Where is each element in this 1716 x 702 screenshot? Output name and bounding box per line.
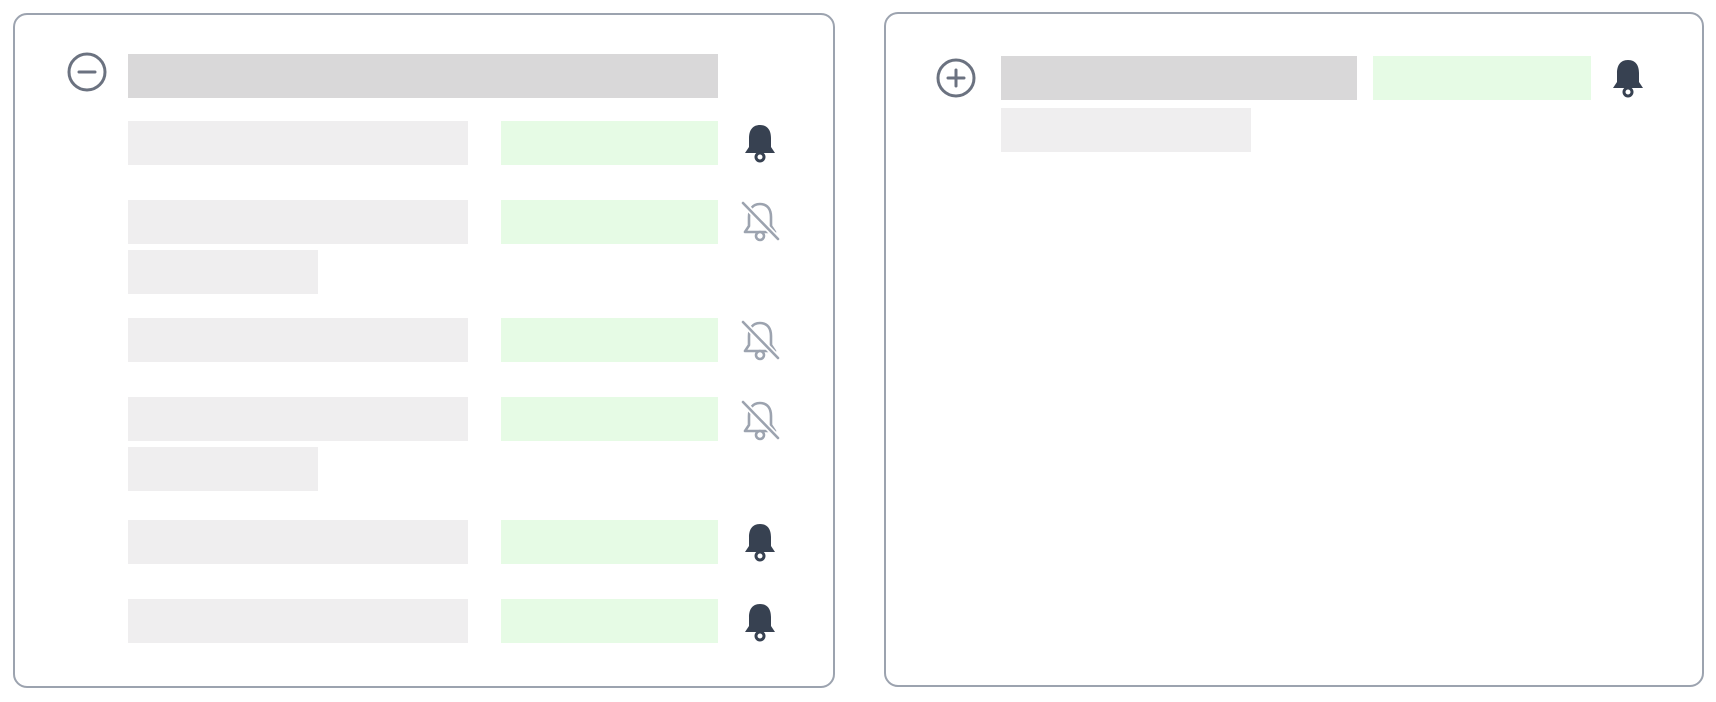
row-label-placeholder — [128, 397, 468, 441]
row-secondary-placeholder — [128, 447, 318, 491]
bell-icon[interactable] — [738, 519, 782, 563]
row-label-placeholder — [128, 121, 468, 165]
group-panel-collapsed — [884, 12, 1704, 687]
row-label-placeholder — [128, 520, 468, 564]
row-status-placeholder — [501, 397, 718, 441]
bell-icon[interactable] — [738, 599, 782, 643]
row-status-placeholder — [501, 318, 718, 362]
row-status-placeholder — [501, 121, 718, 165]
group-title-placeholder — [1001, 56, 1357, 100]
row-status-placeholder — [501, 520, 718, 564]
row-secondary-placeholder — [128, 250, 318, 294]
row-status-placeholder — [501, 200, 718, 244]
row-label-placeholder — [128, 599, 468, 643]
group-panel-expanded — [13, 13, 835, 688]
row-status-placeholder — [501, 599, 718, 643]
group-secondary-placeholder — [1001, 108, 1251, 152]
collapse-toggle-minus-icon[interactable] — [66, 51, 108, 93]
group-title-placeholder — [128, 54, 718, 98]
bell-icon[interactable] — [738, 120, 782, 164]
bell-off-icon[interactable] — [738, 318, 782, 362]
bell-off-icon[interactable] — [738, 199, 782, 243]
group-status-placeholder — [1373, 56, 1591, 100]
row-label-placeholder — [128, 200, 468, 244]
row-label-placeholder — [128, 318, 468, 362]
bell-icon[interactable] — [1606, 55, 1650, 99]
expand-toggle-plus-icon[interactable] — [935, 57, 977, 99]
bell-off-icon[interactable] — [738, 398, 782, 442]
